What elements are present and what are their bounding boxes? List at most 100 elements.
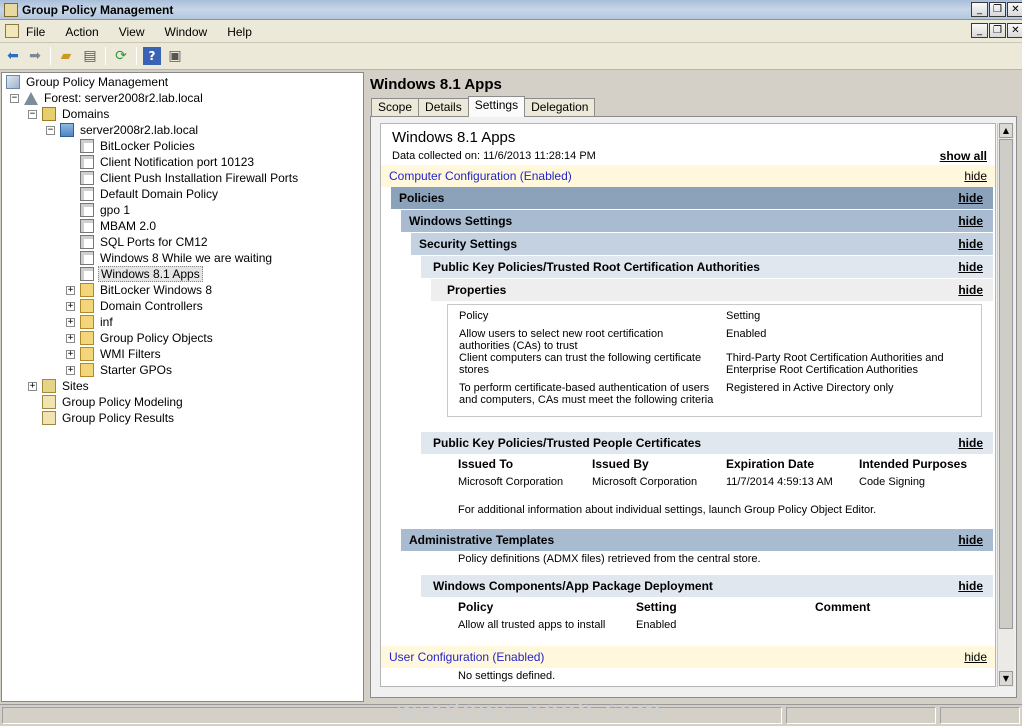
hide-link[interactable]: hide (958, 533, 983, 547)
expand-icon[interactable]: + (66, 318, 75, 327)
tree-gpo-link[interactable]: MBAM 2.0 (80, 218, 158, 234)
expand-icon[interactable]: + (66, 366, 75, 375)
tree-domain[interactable]: server2008r2.lab.local (60, 122, 200, 138)
restore-button[interactable]: ❐ (989, 2, 1006, 17)
scroll-down-icon[interactable]: ▼ (999, 671, 1013, 686)
user-config-heading: User Configuration (Enabled) hide (381, 646, 995, 668)
hide-link[interactable]: hide (964, 650, 987, 664)
hide-link[interactable]: hide (958, 214, 983, 228)
close-button[interactable]: ✕ (1007, 2, 1022, 17)
tree-label: server2008r2.lab.local (80, 123, 199, 137)
back-icon[interactable]: ⬅ (4, 47, 22, 65)
tree-modeling[interactable]: Group Policy Modeling (42, 394, 185, 410)
hide-link[interactable]: hide (964, 169, 987, 183)
tree-gpo-link[interactable]: gpo 1 (80, 202, 132, 218)
tree-label: Group Policy Objects (100, 331, 213, 345)
section-title: Windows Components/App Package Deploymen… (433, 579, 713, 593)
child-close-button[interactable]: ✕ (1007, 23, 1022, 38)
scroll-thumb[interactable] (999, 139, 1013, 629)
menu-view[interactable]: View (119, 25, 145, 39)
menu-action[interactable]: Action (65, 25, 98, 39)
hide-link[interactable]: hide (958, 579, 983, 593)
report-scrollbar[interactable]: ▲ ▼ (997, 123, 1014, 687)
domains-icon (42, 107, 56, 121)
tree-domains[interactable]: Domains (42, 106, 111, 122)
minimize-button[interactable]: _ (971, 2, 988, 17)
tree-gpo-link[interactable]: Windows 8 While we are waiting (80, 250, 274, 266)
gpm-icon (6, 75, 20, 89)
property-policy: To perform certificate-based authenticat… (459, 382, 714, 406)
scroll-up-icon[interactable]: ▲ (999, 123, 1013, 138)
hide-link[interactable]: hide (958, 436, 983, 450)
hide-link[interactable]: hide (958, 283, 983, 297)
tree-forest[interactable]: Forest: server2008r2.lab.local (24, 90, 205, 106)
col-issued-to-header: Issued To (458, 457, 514, 471)
gpo-link-icon (80, 171, 94, 185)
tree-gpo-link[interactable]: Client Push Installation Firewall Ports (80, 170, 300, 186)
child-minimize-button[interactable]: _ (971, 23, 988, 38)
tree-gpo-link[interactable]: BitLocker Policies (80, 138, 197, 154)
tree-results[interactable]: Group Policy Results (42, 410, 176, 426)
details-title: Windows 8.1 Apps (370, 76, 502, 93)
menu-file[interactable]: File (26, 25, 45, 39)
hide-link[interactable]: hide (958, 191, 983, 205)
tree-ou[interactable]: BitLocker Windows 8 (80, 282, 214, 298)
collapse-icon[interactable]: − (10, 94, 19, 103)
expand-icon[interactable]: + (28, 382, 37, 391)
admin-templates-heading: Administrative Templates hide (401, 529, 993, 551)
hide-link[interactable]: hide (958, 237, 983, 251)
tree-ou[interactable]: Domain Controllers (80, 298, 205, 314)
tree-root[interactable]: Group Policy Management (6, 74, 170, 90)
forward-icon[interactable]: ➡ (26, 47, 44, 65)
details-pane: Windows 8.1 Apps Scope Details Settings … (366, 72, 1021, 702)
properties-icon[interactable]: ▣ (166, 47, 184, 65)
tree-label: gpo 1 (100, 203, 131, 217)
tree-gpo-link[interactable]: Client Notification port 10123 (80, 154, 256, 170)
window-title: Group Policy Management (22, 3, 174, 17)
windows-settings-heading: Windows Settings hide (401, 210, 993, 232)
section-title: Properties (447, 283, 507, 297)
tab-details[interactable]: Details (418, 98, 469, 116)
tree-container[interactable]: WMI Filters (80, 346, 163, 362)
collapse-icon[interactable]: − (28, 110, 37, 119)
settings-report-frame: Windows 8.1 Apps Data collected on: 11/6… (370, 116, 1017, 698)
tab-scope[interactable]: Scope (371, 98, 420, 116)
expand-icon[interactable]: + (66, 334, 75, 343)
no-settings-text: No settings defined. (458, 670, 556, 682)
settings-report: Windows 8.1 Apps Data collected on: 11/6… (380, 123, 996, 687)
menu-help[interactable]: Help (227, 25, 252, 39)
security-settings-heading: Security Settings hide (411, 233, 993, 255)
ou-folder-icon (80, 315, 94, 329)
section-title: Administrative Templates (409, 533, 555, 547)
tab-settings[interactable]: Settings (467, 96, 526, 117)
gpo-link-icon (80, 219, 94, 233)
up-folder-icon[interactable]: ▰ (57, 47, 75, 65)
child-restore-button[interactable]: ❐ (989, 23, 1006, 38)
expand-icon[interactable]: + (66, 286, 75, 295)
pkp-root-heading: Public Key Policies/Trusted Root Certifi… (421, 256, 993, 278)
tree-container[interactable]: Group Policy Objects (80, 330, 215, 346)
collapse-icon[interactable]: − (46, 126, 55, 135)
computer-config-heading: Computer Configuration (Enabled) hide (381, 165, 995, 187)
tree-container[interactable]: Starter GPOs (80, 362, 174, 378)
tree-gpo-link[interactable]: SQL Ports for CM12 (80, 234, 210, 250)
gpm-app-icon (4, 3, 18, 17)
tree-sites[interactable]: Sites (42, 378, 91, 394)
console-menu-icon[interactable] (5, 24, 19, 38)
hide-link[interactable]: hide (958, 260, 983, 274)
expand-icon[interactable]: + (66, 302, 75, 311)
properties-table: Policy Setting Allow users to select new… (447, 304, 982, 417)
tree-gpo-link[interactable]: Default Domain Policy (80, 186, 220, 202)
menu-window[interactable]: Window (165, 25, 208, 39)
tab-delegation[interactable]: Delegation (524, 98, 596, 116)
show-hide-tree-icon[interactable]: ▤ (81, 47, 99, 65)
tree-gpo-link-selected[interactable]: Windows 8.1 Apps (80, 266, 203, 282)
show-all-link[interactable]: show all (940, 149, 987, 163)
help-icon[interactable]: ? (143, 47, 161, 65)
report-date: Data collected on: 11/6/2013 11:28:14 PM (392, 150, 596, 162)
tree-ou[interactable]: inf (80, 314, 115, 330)
toolbar: ⬅ ➡ ▰ ▤ ⟳ ? ▣ (0, 43, 1022, 70)
gpo-link-icon (80, 251, 94, 265)
expand-icon[interactable]: + (66, 350, 75, 359)
refresh-icon[interactable]: ⟳ (112, 47, 130, 65)
